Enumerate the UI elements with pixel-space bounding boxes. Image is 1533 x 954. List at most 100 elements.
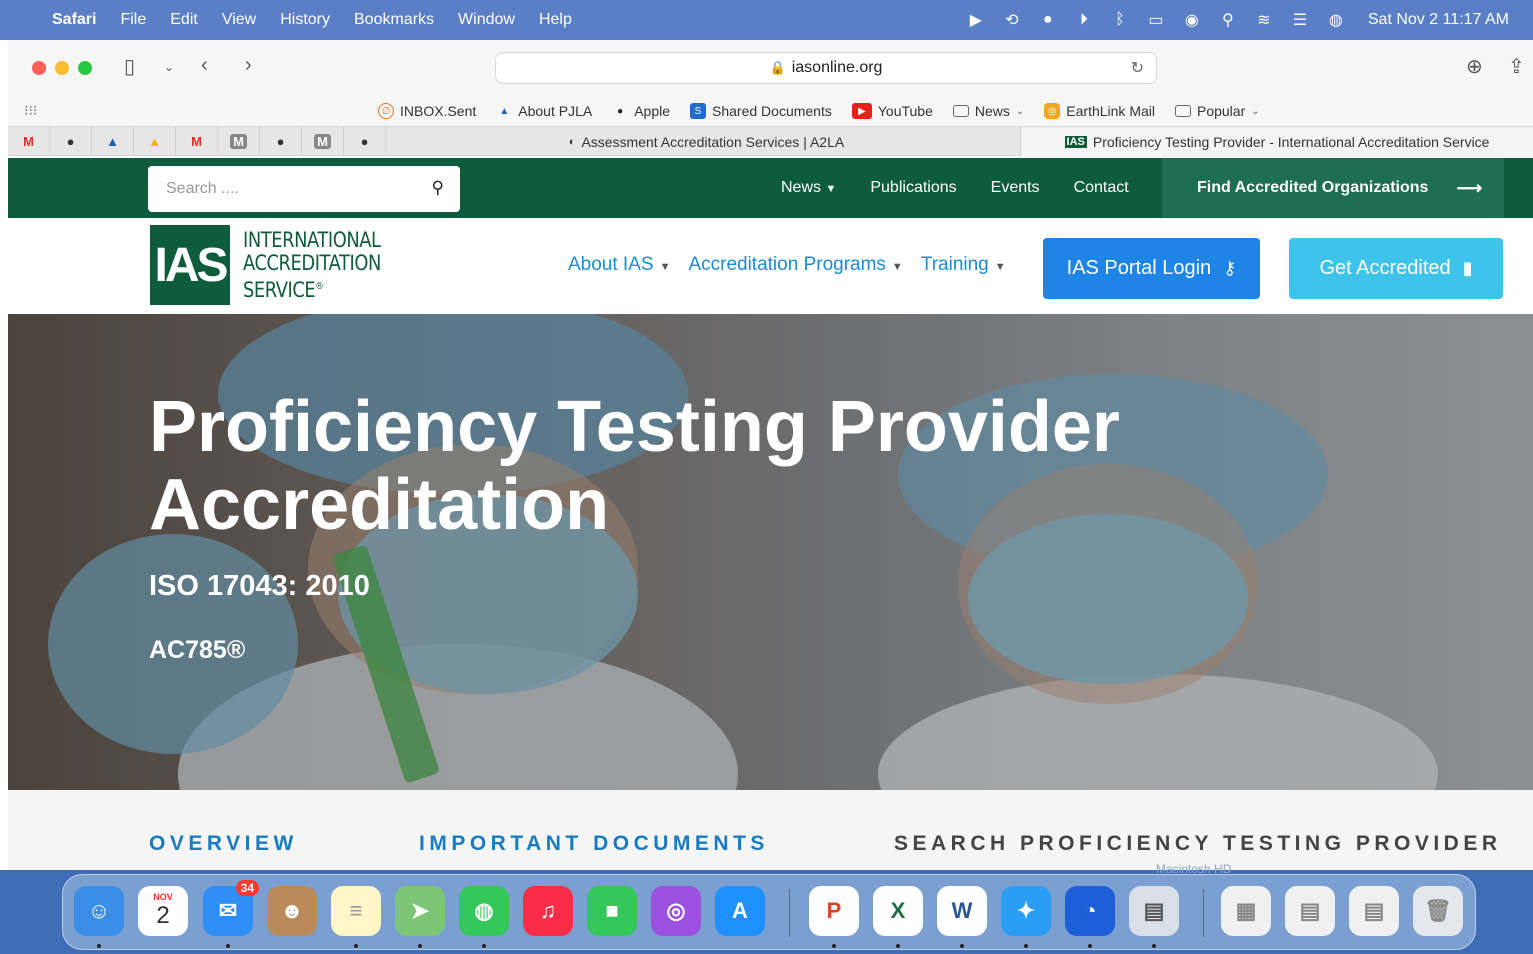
menu-window[interactable]: Window bbox=[446, 11, 527, 29]
get-accredited-button[interactable]: Get Accredited ▮ bbox=[1289, 238, 1503, 299]
time-app-icon[interactable]: ◔ bbox=[1065, 886, 1115, 936]
nav-training[interactable]: Training ▼ bbox=[921, 254, 1006, 276]
menu-help[interactable]: Help bbox=[527, 11, 584, 29]
minimized-window-thumbnail[interactable]: ▦ bbox=[1221, 886, 1271, 936]
mail-icon[interactable]: ✉ 34 bbox=[203, 880, 259, 936]
time-machine-icon[interactable]: ⟲ bbox=[994, 10, 1030, 30]
apple-icon: ● bbox=[276, 133, 285, 149]
favorite-earthlink-mail[interactable]: ◎ EarthLink Mail bbox=[1044, 103, 1155, 119]
app-store-icon[interactable]: A bbox=[715, 886, 765, 936]
pinned-tab-m-2[interactable]: M bbox=[302, 126, 344, 156]
podcasts-icon[interactable]: ◎ bbox=[651, 886, 701, 936]
status-area: ▶ ⟲ ● ⏵ ᛒ ▭ ◉ ⚲ ≋ ☰ ◍ Sat Nov 2 11:17 AM bbox=[958, 0, 1533, 40]
trash-icon[interactable]: 🗑 bbox=[1413, 886, 1463, 936]
minimize-window-button[interactable] bbox=[55, 61, 69, 75]
pinned-tab-apple-2[interactable]: ● bbox=[260, 126, 302, 156]
battery-icon[interactable]: ▭ bbox=[1138, 10, 1174, 30]
pinned-tab-pjla[interactable]: ▲ bbox=[92, 126, 134, 156]
forward-button[interactable]: › bbox=[245, 54, 252, 77]
user-icon[interactable]: ◉ bbox=[1174, 10, 1210, 30]
favorite-news-folder[interactable]: News ⌄ bbox=[952, 103, 1025, 119]
safari-window: ▯ ⌄ ‹ › 🔒 iasonline.org ↻ ⊕ ⇪ ⁝⁝⁝ ∅ INBOX… bbox=[8, 40, 1533, 870]
facetime-icon[interactable]: ■ bbox=[587, 886, 637, 936]
search-icon[interactable]: ⚲ bbox=[432, 178, 444, 198]
favorite-apple[interactable]: ● Apple bbox=[612, 103, 670, 119]
word-icon[interactable]: W bbox=[937, 886, 987, 936]
calendar-icon[interactable]: NOV 2 bbox=[138, 886, 188, 936]
menu-edit[interactable]: Edit bbox=[158, 11, 210, 29]
nav-about-ias[interactable]: About IAS ▼ bbox=[568, 254, 670, 276]
apps-grid-icon[interactable]: ⁝⁝⁝ bbox=[24, 102, 37, 119]
bluetooth-icon[interactable]: ᛒ bbox=[1102, 11, 1138, 29]
pinned-tab-gmail[interactable]: M bbox=[8, 126, 50, 156]
tab-a2la[interactable]: ◐ Assessment Accreditation Services | A2… bbox=[393, 127, 1021, 157]
siri-icon[interactable]: ◍ bbox=[1318, 10, 1354, 30]
pinned-tab-apple-3[interactable]: ● bbox=[344, 126, 386, 156]
menu-history[interactable]: History bbox=[268, 11, 342, 29]
topnav-publications[interactable]: Publications bbox=[870, 179, 956, 197]
sidebar-menu-chevron-icon[interactable]: ⌄ bbox=[164, 60, 174, 74]
control-center-icon[interactable]: ☰ bbox=[1282, 10, 1318, 30]
address-bar[interactable]: 🔒 iasonline.org ↻ bbox=[495, 52, 1157, 84]
zoom-window-button[interactable] bbox=[78, 61, 92, 75]
minimized-document-thumbnail[interactable]: ▤ bbox=[1349, 886, 1399, 936]
notes-icon[interactable]: ≡ bbox=[331, 886, 381, 936]
favorite-popular-folder[interactable]: Popular ⌄ bbox=[1174, 103, 1260, 119]
menu-clock[interactable]: Sat Nov 2 11:17 AM bbox=[1354, 11, 1533, 29]
pinned-tab-m[interactable]: M bbox=[218, 126, 260, 156]
tab-overview[interactable]: OVERVIEW bbox=[149, 832, 298, 856]
m-icon: M bbox=[230, 133, 247, 149]
favorite-youtube[interactable]: ▶ YouTube bbox=[851, 103, 933, 119]
topnav-events[interactable]: Events bbox=[991, 179, 1040, 197]
ias-portal-login-button[interactable]: IAS Portal Login ⚷ bbox=[1043, 238, 1260, 299]
tab-search-proficiency-testing-provider[interactable]: SEARCH PROFICIENCY TESTING PROVIDER bbox=[894, 832, 1502, 856]
maps-icon[interactable]: ➤ bbox=[395, 886, 445, 936]
running-indicator bbox=[97, 944, 101, 948]
pinned-tab-apple[interactable]: ● bbox=[50, 126, 92, 156]
nav-accreditation-programs[interactable]: Accreditation Programs ▼ bbox=[688, 254, 902, 276]
topnav-contact[interactable]: Contact bbox=[1074, 179, 1129, 197]
contacts-icon[interactable]: ☻ bbox=[267, 886, 317, 936]
pinned-tab-drive[interactable]: ▲ bbox=[134, 126, 176, 156]
media-play-icon[interactable]: ▶ bbox=[958, 10, 994, 30]
running-indicator bbox=[1152, 944, 1156, 948]
music-icon[interactable]: ♫ bbox=[523, 886, 573, 936]
tab-title: Proficiency Testing Provider - Internati… bbox=[1092, 134, 1490, 150]
menu-bookmarks[interactable]: Bookmarks bbox=[342, 11, 446, 29]
wifi-icon[interactable]: ≋ bbox=[1246, 10, 1282, 30]
downloads-icon[interactable]: ⊕ bbox=[1466, 54, 1483, 79]
preview-icon[interactable]: ▤ bbox=[1129, 886, 1179, 936]
share-icon[interactable]: ⇪ bbox=[1508, 54, 1525, 79]
menu-file[interactable]: File bbox=[108, 11, 158, 29]
menu-view[interactable]: View bbox=[210, 11, 268, 29]
ias-logo[interactable]: IAS INTERNATIONAL ACCREDITATION SERVICE® bbox=[150, 225, 405, 305]
safari-icon[interactable]: ✦ bbox=[1001, 886, 1051, 936]
topnav-news[interactable]: News ▼ bbox=[781, 179, 836, 197]
back-button[interactable]: ‹ bbox=[201, 54, 208, 77]
chevron-down-icon: ⌄ bbox=[1015, 105, 1025, 117]
tab-important-documents[interactable]: IMPORTANT DOCUMENTS bbox=[419, 832, 769, 856]
hero-overlay bbox=[8, 314, 1533, 790]
find-accredited-organizations-button[interactable]: Find Accredited Organizations ⟶ bbox=[1162, 158, 1504, 218]
pinned-tab-gmail-2[interactable]: M bbox=[176, 126, 218, 156]
site-search-input[interactable]: Search .... ⚲ bbox=[148, 166, 460, 212]
favorite-about-pjla[interactable]: ▲ About PJLA bbox=[496, 103, 592, 119]
reload-icon[interactable]: ↻ bbox=[1131, 58, 1144, 78]
caret-down-icon: ▼ bbox=[891, 261, 903, 273]
spotlight-search-icon[interactable]: ⚲ bbox=[1210, 10, 1246, 30]
powerpoint-icon[interactable]: P bbox=[809, 886, 859, 936]
tab-ias-active[interactable]: IAS Proficiency Testing Provider - Inter… bbox=[1021, 127, 1533, 157]
sharepoint-icon: S bbox=[690, 103, 707, 119]
app-status-icon[interactable]: ● bbox=[1030, 11, 1066, 29]
favorite-shared-documents[interactable]: S Shared Documents bbox=[690, 103, 832, 119]
close-window-button[interactable] bbox=[32, 61, 46, 75]
messages-icon[interactable]: ◍ bbox=[459, 886, 509, 936]
sidebar-toggle-icon[interactable]: ▯ bbox=[124, 54, 135, 79]
favorite-inbox-sent[interactable]: ∅ INBOX.Sent bbox=[378, 103, 476, 119]
excel-icon[interactable]: X bbox=[873, 886, 923, 936]
menu-safari[interactable]: Safari bbox=[40, 11, 108, 29]
finder-icon[interactable]: ☺ bbox=[74, 886, 124, 936]
minimized-document-thumbnail[interactable]: ▤ bbox=[1285, 886, 1335, 936]
nav-training-label: Training bbox=[920, 254, 989, 275]
play-circle-icon[interactable]: ⏵ bbox=[1066, 11, 1102, 29]
